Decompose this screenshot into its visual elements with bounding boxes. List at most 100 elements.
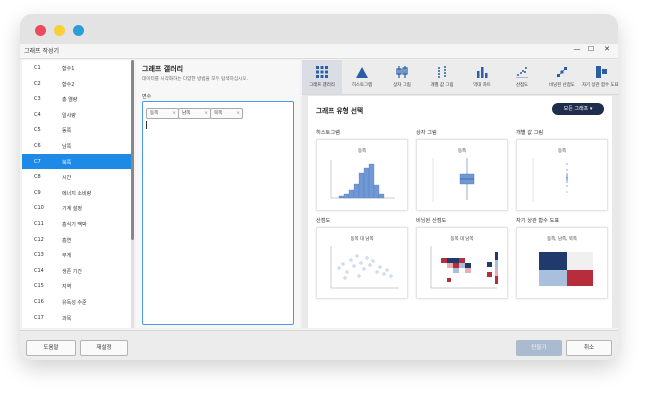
minimize-icon[interactable]: — — [570, 45, 584, 53]
tab-label: 자기 상관 함수 도표 — [582, 83, 618, 88]
variable-list-item[interactable]: C3 총 열량 — [22, 91, 132, 107]
cancel-button[interactable]: 취소 — [566, 340, 612, 356]
histogram-thumbnail — [330, 160, 395, 199]
chip-remove-icon[interactable]: × — [236, 109, 240, 118]
histogram-card[interactable]: 동쪽 — [316, 139, 408, 211]
variable-list-item[interactable]: C12 흡연 — [22, 232, 132, 248]
variable-column-id: C15 — [34, 283, 44, 290]
variable-column-id: C11 — [34, 220, 44, 227]
tab-histogram[interactable]: 히스토그램 — [342, 60, 382, 94]
window-titlebar: 그래프 작성기 — ☐ ✕ — [20, 44, 618, 59]
grid-icon — [316, 66, 328, 78]
tab-boxplot[interactable]: 상자 그림 — [382, 60, 422, 94]
variable-column-id: C12 — [34, 236, 44, 243]
variable-list-item[interactable]: C1 함수1 — [22, 60, 132, 76]
variable-list-item[interactable]: C4 일사량 — [22, 107, 132, 123]
tab-label: 산점도 — [515, 83, 529, 88]
individual-value-icon — [438, 66, 446, 78]
variable-name: 과목 — [62, 315, 72, 322]
tab-bar-chart[interactable]: 막대 차트 — [462, 60, 502, 94]
variable-name: 흡식기 맥박 — [62, 221, 87, 228]
correlation-icon — [596, 66, 607, 78]
close-dot-icon[interactable] — [35, 25, 46, 36]
variable-name: 생존 기간 — [62, 268, 82, 275]
variable-list-item[interactable]: C15 지역 — [22, 278, 132, 294]
variables-input[interactable]: 동쪽 × 남쪽 × 북쪽 × — [142, 101, 294, 325]
variable-list-item[interactable]: C11 흡식기 맥박 — [22, 216, 132, 232]
variable-name: 시간 — [62, 175, 72, 182]
individual-value-card[interactable]: 동쪽 — [516, 139, 608, 211]
variable-column-id: C4 — [34, 111, 41, 118]
variable-chip[interactable]: 동쪽 × — [146, 108, 179, 119]
binned-scatter-card[interactable]: 동쪽 대 남쪽 — [416, 227, 508, 299]
variable-column-id: C6 — [34, 142, 41, 149]
variable-chip[interactable]: 남쪽 × — [178, 108, 211, 119]
variable-column-id: C14 — [34, 267, 44, 274]
create-button[interactable]: 만들기 — [516, 340, 562, 356]
reset-button[interactable]: 재설정 — [80, 340, 128, 356]
variable-list-item[interactable]: C16 유독성 수준 — [22, 294, 132, 310]
boxplot-thumbnail — [432, 158, 475, 202]
chip-remove-icon[interactable]: × — [172, 109, 176, 118]
gallery-description: 데이터를 시각화하는 다양한 방법을 모두 탐색하십시오. — [142, 77, 248, 82]
tab-scatter[interactable]: 산점도 — [502, 60, 542, 94]
variable-list-item[interactable]: C14 생존 기간 — [22, 263, 132, 279]
variable-list-scrollbar[interactable] — [131, 60, 134, 328]
variable-name: 총 열량 — [62, 97, 78, 104]
chip-label: 남쪽 — [182, 111, 191, 116]
minimize-dot-icon[interactable] — [54, 25, 65, 36]
tab-individual-value[interactable]: 개별 값 그림 — [422, 60, 462, 94]
variable-list-item[interactable]: C6 남쪽 — [22, 138, 132, 154]
variable-list-item[interactable]: C13 무게 — [22, 247, 132, 263]
variable-list-item[interactable]: C8 시간 — [22, 169, 132, 185]
variable-column-id: C7 — [34, 158, 41, 165]
chip-label: 북쪽 — [214, 111, 223, 116]
variable-column-id: C2 — [34, 80, 41, 87]
bottom-bar: 도움말 재설정 만들기 취소 — [20, 330, 618, 360]
scatter-thumbnail — [330, 246, 399, 289]
chip-remove-icon[interactable]: × — [204, 109, 208, 118]
histogram-icon — [356, 67, 368, 78]
variable-column-id: C16 — [34, 298, 44, 305]
variable-list-item[interactable]: C10 기계 설정 — [22, 200, 132, 216]
text-caret — [146, 121, 147, 129]
gallery-panel: 그래프 갤러리 데이터를 시각화하는 다양한 방법을 모두 탐색하십시오. 변수… — [136, 60, 300, 328]
graph-builder-window: 그래프 작성기 — ☐ ✕ C1 함수1 C2 함수2 C3 총 열량 C4 일사량 C5 동쪽 C… — [20, 44, 618, 360]
tab-binned-scatter[interactable]: 비닝된 산점도 — [542, 60, 582, 94]
variable-name: 함수1 — [62, 66, 75, 72]
tab-label: 막대 차트 — [473, 83, 491, 88]
maximize-icon[interactable]: ☐ — [584, 45, 598, 53]
variable-list-item[interactable]: C2 함수2 — [22, 76, 132, 92]
variable-column-id: C13 — [34, 252, 44, 259]
correlation-thumbnail — [539, 252, 593, 286]
tab-graph-gallery[interactable]: 그래프 갤러리 — [302, 60, 342, 94]
section-title: 그래프 유형 선택 — [316, 107, 364, 115]
binned-scatter-icon — [556, 66, 568, 78]
zoom-dot-icon[interactable] — [73, 25, 84, 36]
variable-column-id: C17 — [34, 314, 44, 321]
tab-label: 개별 값 그림 — [430, 83, 454, 88]
variable-list-item[interactable]: C7 북쪽 — [22, 153, 132, 170]
variable-chip[interactable]: 북쪽 × — [210, 108, 243, 119]
boxplot-icon — [396, 66, 408, 78]
all-graphs-button[interactable]: 모든 그래프 ▾ — [552, 103, 604, 115]
correlation-card[interactable]: 동쪽, 남쪽, 북쪽 — [516, 227, 608, 299]
tab-correlation[interactable]: 자기 상관 함수 도표 — [582, 60, 618, 94]
card-label-correlation: 자기 상관 함수 도표 — [516, 218, 560, 224]
graph-type-content: 그래프 유형 선택 모든 그래프 ▾ 히스토그램 상자 그림 개별 값 그림 동… — [308, 96, 612, 328]
variable-column-id: C8 — [34, 174, 41, 181]
boxplot-card[interactable]: 동쪽 — [416, 139, 508, 211]
variable-list-item[interactable]: C17 과목 — [22, 310, 132, 326]
variable-name: 지역 — [62, 284, 72, 291]
variable-list-item[interactable]: C5 동쪽 — [22, 122, 132, 138]
close-icon[interactable]: ✕ — [600, 45, 614, 53]
scrollbar-thumb[interactable] — [131, 60, 134, 240]
help-button[interactable]: 도움말 — [26, 340, 76, 356]
variable-column-id: C9 — [34, 189, 41, 196]
scatter-icon — [516, 67, 528, 78]
scatter-card[interactable]: 동쪽 대 남쪽 — [316, 227, 408, 299]
card-label-binned-scatter: 비닝된 산점도 — [416, 218, 447, 224]
variable-name: 함수2 — [62, 81, 75, 88]
variable-name: 유독성 수준 — [62, 299, 87, 306]
variable-list-item[interactable]: C9 에너지 소비량 — [22, 185, 132, 201]
